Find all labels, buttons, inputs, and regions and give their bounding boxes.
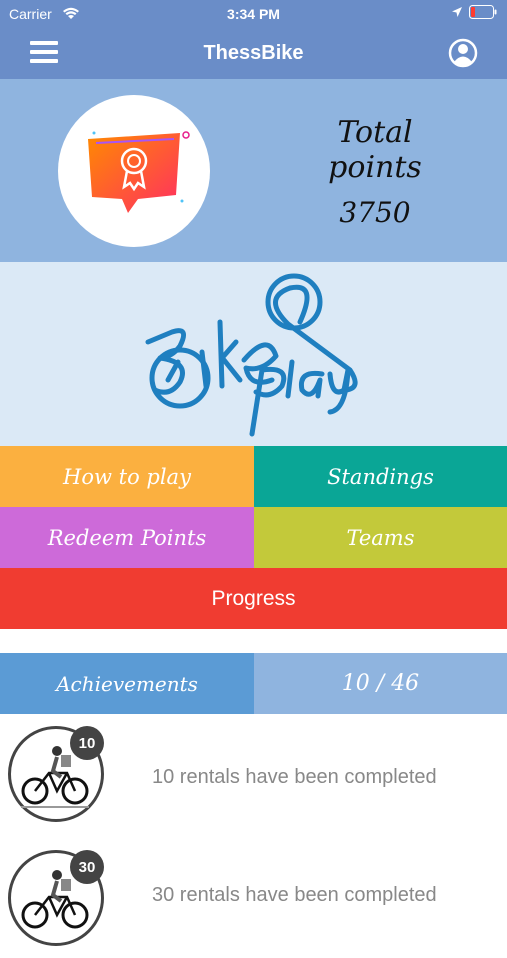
app-title: ThessBike [203, 42, 304, 64]
status-bar: Carrier 3:34 PM [0, 0, 507, 28]
achievement-text: 30 rentals have been completed [152, 884, 437, 906]
achievements-bar: Achievements 10 / 46 [0, 653, 507, 714]
nav-bar: ThessBike [0, 28, 507, 79]
status-right [451, 5, 497, 19]
achievement-badge-count: 10 [70, 726, 104, 760]
achievements-tab[interactable]: Achievements [0, 653, 254, 714]
user-profile-icon[interactable] [448, 38, 478, 68]
location-arrow-icon [452, 7, 462, 17]
achievement-badge-count: 30 [70, 850, 104, 884]
battery-low-icon [469, 5, 497, 19]
standings-button[interactable]: Standings [254, 446, 507, 507]
bike-and-play-logo [0, 262, 507, 446]
achievement-text: 10 rentals have been completed [152, 766, 437, 788]
progress-button[interactable]: Progress [0, 568, 507, 629]
teams-button[interactable]: Teams [254, 507, 507, 568]
award-badge-icon [58, 95, 210, 247]
total-points-label: Total points [328, 115, 422, 185]
total-points-value: 3750 [339, 196, 411, 229]
list-item: 30 30 rentals have been completed [0, 838, 507, 958]
redeem-points-button[interactable]: Redeem Points [0, 507, 254, 568]
list-item: 10 10 rentals have been completed [0, 714, 507, 834]
status-time: 3:34 PM [227, 6, 280, 22]
how-to-play-button[interactable]: How to play [0, 446, 254, 507]
achievements-count: 10 / 46 [254, 653, 507, 714]
points-panel: Total points 3750 [0, 79, 507, 262]
